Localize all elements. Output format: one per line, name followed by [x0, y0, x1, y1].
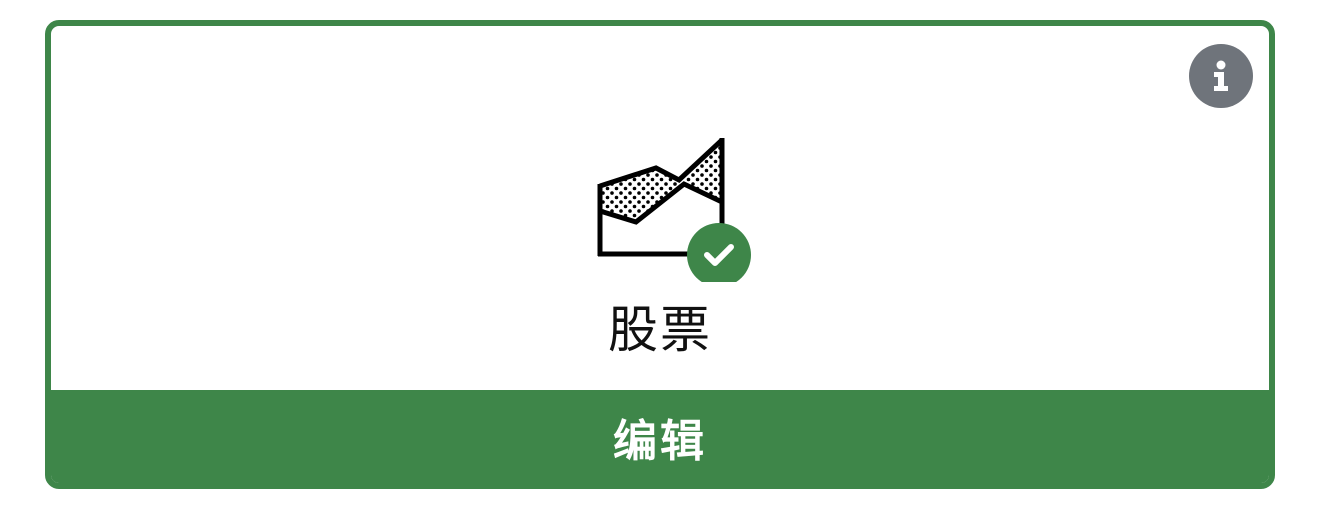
info-icon [1214, 60, 1228, 91]
edit-button[interactable]: 编辑 [51, 390, 1269, 483]
info-button[interactable] [1189, 44, 1253, 108]
check-circle-icon [687, 223, 751, 287]
stock-area-chart-icon [596, 132, 756, 287]
asset-type-card[interactable]: 股票 编辑 [45, 20, 1275, 489]
card-label: 股票 [608, 301, 712, 359]
